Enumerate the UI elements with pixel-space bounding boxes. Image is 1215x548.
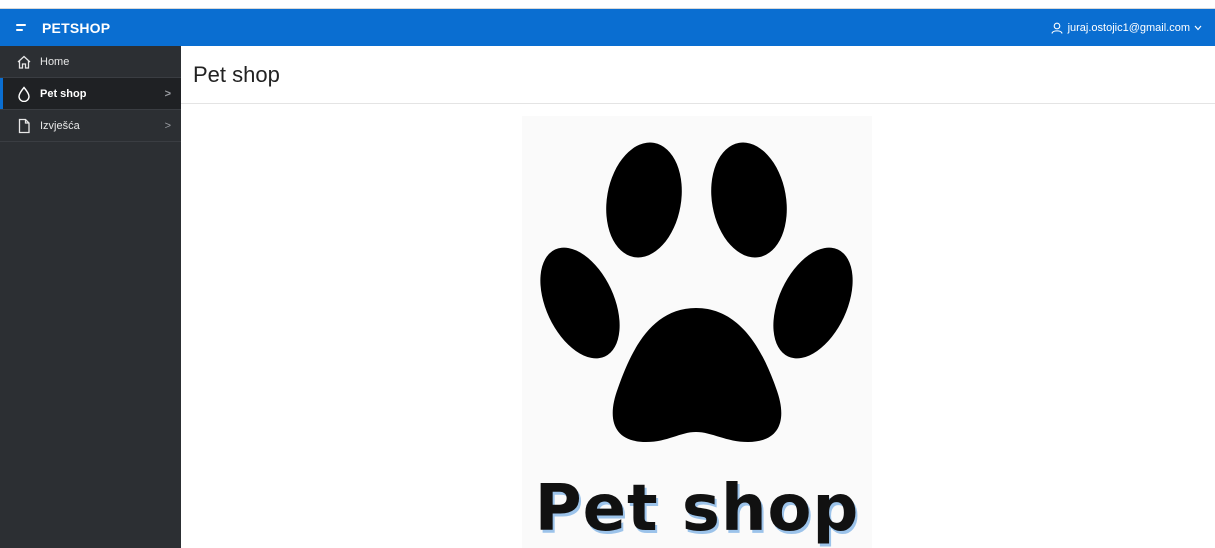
user-email: juraj.ostojic1@gmail.com	[1067, 21, 1190, 34]
hero-image: Pet shop	[522, 116, 872, 548]
paw-icon	[540, 142, 853, 442]
hamburger-menu-icon[interactable]	[16, 21, 34, 35]
chevron-down-icon	[1194, 25, 1202, 30]
window-top-edge	[0, 0, 1215, 9]
home-icon	[15, 53, 33, 71]
chevron-right-icon[interactable]: >	[165, 88, 171, 100]
document-icon	[15, 117, 33, 135]
sidebar-item-izvjesca[interactable]: Izvješća >	[0, 110, 181, 142]
app-title[interactable]: PETSHOP	[42, 20, 110, 36]
sidebar-item-pet-shop[interactable]: Pet shop >	[0, 78, 181, 110]
main-content: Pet shop Pet shop	[181, 46, 1215, 548]
sidebar-item-label: Izvješća	[40, 119, 80, 132]
user-menu[interactable]: juraj.ostojic1@gmail.com	[1051, 22, 1207, 34]
page-header: Pet shop	[181, 46, 1215, 104]
page-title: Pet shop	[193, 61, 280, 87]
sidebar-item-label: Pet shop	[40, 87, 87, 100]
logo-text: Pet shop	[534, 472, 860, 546]
chevron-right-icon[interactable]: >	[165, 120, 171, 132]
drop-icon	[15, 85, 33, 103]
sidebar-item-home[interactable]: Home	[0, 46, 181, 78]
sidebar: Home Pet shop > Izvješća >	[0, 46, 181, 548]
sidebar-item-label: Home	[40, 55, 70, 68]
user-icon	[1051, 22, 1063, 34]
app-header: PETSHOP juraj.ostojic1@gmail.com	[0, 9, 1215, 46]
